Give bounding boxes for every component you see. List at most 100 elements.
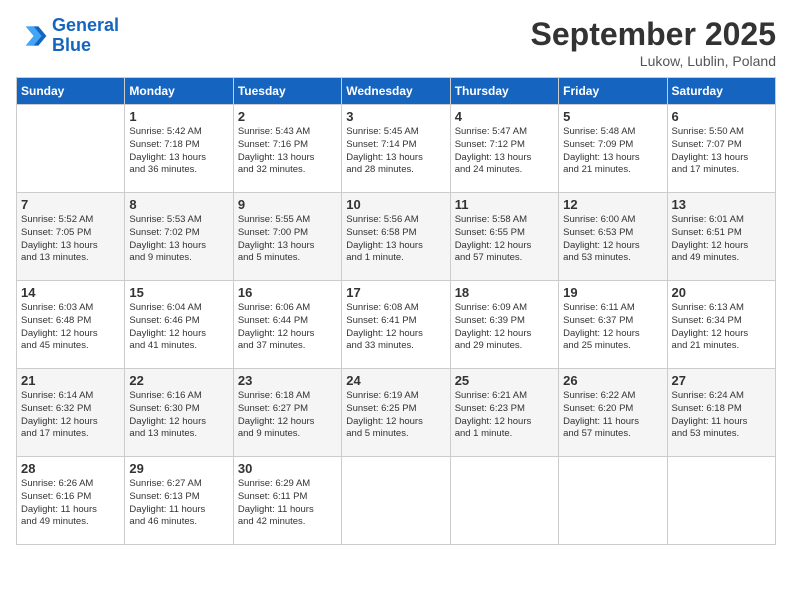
day-info: Sunrise: 6:01 AM Sunset: 6:51 PM Dayligh… <box>672 214 771 265</box>
day-number: 23 <box>238 373 337 388</box>
calendar-header-row: SundayMondayTuesdayWednesdayThursdayFrid… <box>17 78 776 105</box>
day-number: 25 <box>455 373 554 388</box>
day-info: Sunrise: 5:45 AM Sunset: 7:14 PM Dayligh… <box>346 126 445 177</box>
calendar-cell: 11Sunrise: 5:58 AM Sunset: 6:55 PM Dayli… <box>450 193 558 281</box>
calendar-cell: 26 Sunrise: 6:22 AM Sunset: 6:20 PM Dayli… <box>559 369 667 457</box>
day-info: Sunrise: 5:53 AM Sunset: 7:02 PM Dayligh… <box>129 214 228 265</box>
calendar-cell <box>667 457 775 545</box>
calendar-cell: 1Sunrise: 5:42 AM Sunset: 7:18 PM Daylig… <box>125 105 233 193</box>
day-number: 21 <box>21 373 120 388</box>
calendar-week-row: 7Sunrise: 5:52 AM Sunset: 7:05 PM Daylig… <box>17 193 776 281</box>
calendar-cell <box>17 105 125 193</box>
calendar-week-row: 1Sunrise: 5:42 AM Sunset: 7:18 PM Daylig… <box>17 105 776 193</box>
day-info: Sunrise: 6:26 AM Sunset: 6:16 PM Dayligh… <box>21 478 120 529</box>
day-header-friday: Friday <box>559 78 667 105</box>
day-header-thursday: Thursday <box>450 78 558 105</box>
day-header-monday: Monday <box>125 78 233 105</box>
day-number: 13 <box>672 197 771 212</box>
calendar-cell: 12 Sunrise: 6:00 AM Sunset: 6:53 PM Dayli… <box>559 193 667 281</box>
logo-icon <box>16 20 48 52</box>
calendar-week-row: 14 Sunrise: 6:03 AM Sunset: 6:48 PM Dayli… <box>17 281 776 369</box>
day-number: 14 <box>21 285 120 300</box>
day-number: 30 <box>238 461 337 476</box>
day-info: Sunrise: 6:00 AM Sunset: 6:53 PM Dayligh… <box>563 214 662 265</box>
day-number: 6 <box>672 109 771 124</box>
location: Lukow, Lublin, Poland <box>531 53 776 69</box>
day-info: Sunrise: 5:58 AM Sunset: 6:55 PM Dayligh… <box>455 214 554 265</box>
day-number: 4 <box>455 109 554 124</box>
day-info: Sunrise: 6:24 AM Sunset: 6:18 PM Dayligh… <box>672 390 771 441</box>
calendar-cell: 28Sunrise: 6:26 AM Sunset: 6:16 PM Dayli… <box>17 457 125 545</box>
day-number: 5 <box>563 109 662 124</box>
calendar-cell: 15 Sunrise: 6:04 AM Sunset: 6:46 PM Dayli… <box>125 281 233 369</box>
day-number: 22 <box>129 373 228 388</box>
page-header: General Blue September 2025 Lukow, Lubli… <box>16 16 776 69</box>
calendar-cell: 29 Sunrise: 6:27 AM Sunset: 6:13 PM Dayli… <box>125 457 233 545</box>
day-number: 10 <box>346 197 445 212</box>
day-number: 20 <box>672 285 771 300</box>
day-header-saturday: Saturday <box>667 78 775 105</box>
day-info: Sunrise: 5:48 AM Sunset: 7:09 PM Dayligh… <box>563 126 662 177</box>
day-number: 15 <box>129 285 228 300</box>
calendar-cell: 9Sunrise: 5:55 AM Sunset: 7:00 PM Daylig… <box>233 193 341 281</box>
day-number: 3 <box>346 109 445 124</box>
day-number: 29 <box>129 461 228 476</box>
calendar-week-row: 21 Sunrise: 6:14 AM Sunset: 6:32 PM Dayli… <box>17 369 776 457</box>
day-number: 18 <box>455 285 554 300</box>
day-info: Sunrise: 5:42 AM Sunset: 7:18 PM Dayligh… <box>129 126 228 177</box>
day-info: Sunrise: 6:27 AM Sunset: 6:13 PM Dayligh… <box>129 478 228 529</box>
logo-text: General Blue <box>52 16 119 56</box>
day-info: Sunrise: 6:19 AM Sunset: 6:25 PM Dayligh… <box>346 390 445 441</box>
month-title: September 2025 <box>531 16 776 53</box>
logo-line2: Blue <box>52 35 91 55</box>
calendar-cell: 19Sunrise: 6:11 AM Sunset: 6:37 PM Dayli… <box>559 281 667 369</box>
calendar-table: SundayMondayTuesdayWednesdayThursdayFrid… <box>16 77 776 545</box>
day-info: Sunrise: 6:14 AM Sunset: 6:32 PM Dayligh… <box>21 390 120 441</box>
day-header-wednesday: Wednesday <box>342 78 450 105</box>
calendar-cell: 17 Sunrise: 6:08 AM Sunset: 6:41 PM Dayli… <box>342 281 450 369</box>
day-info: Sunrise: 5:50 AM Sunset: 7:07 PM Dayligh… <box>672 126 771 177</box>
calendar-cell: 20Sunrise: 6:13 AM Sunset: 6:34 PM Dayli… <box>667 281 775 369</box>
day-info: Sunrise: 6:16 AM Sunset: 6:30 PM Dayligh… <box>129 390 228 441</box>
calendar-cell: 13 Sunrise: 6:01 AM Sunset: 6:51 PM Dayli… <box>667 193 775 281</box>
calendar-cell: 23 Sunrise: 6:18 AM Sunset: 6:27 PM Dayli… <box>233 369 341 457</box>
day-number: 27 <box>672 373 771 388</box>
day-number: 24 <box>346 373 445 388</box>
day-info: Sunrise: 5:47 AM Sunset: 7:12 PM Dayligh… <box>455 126 554 177</box>
calendar-cell: 5 Sunrise: 5:48 AM Sunset: 7:09 PM Daylig… <box>559 105 667 193</box>
day-number: 12 <box>563 197 662 212</box>
day-info: Sunrise: 6:08 AM Sunset: 6:41 PM Dayligh… <box>346 302 445 353</box>
day-info: Sunrise: 6:22 AM Sunset: 6:20 PM Dayligh… <box>563 390 662 441</box>
calendar-cell: 3 Sunrise: 5:45 AM Sunset: 7:14 PM Daylig… <box>342 105 450 193</box>
day-number: 9 <box>238 197 337 212</box>
calendar-cell: 8 Sunrise: 5:53 AM Sunset: 7:02 PM Daylig… <box>125 193 233 281</box>
calendar-cell <box>450 457 558 545</box>
day-number: 19 <box>563 285 662 300</box>
calendar-week-row: 28Sunrise: 6:26 AM Sunset: 6:16 PM Dayli… <box>17 457 776 545</box>
day-info: Sunrise: 6:29 AM Sunset: 6:11 PM Dayligh… <box>238 478 337 529</box>
logo-line1: General <box>52 15 119 35</box>
calendar-cell: 27 Sunrise: 6:24 AM Sunset: 6:18 PM Dayli… <box>667 369 775 457</box>
day-info: Sunrise: 5:56 AM Sunset: 6:58 PM Dayligh… <box>346 214 445 265</box>
day-info: Sunrise: 6:18 AM Sunset: 6:27 PM Dayligh… <box>238 390 337 441</box>
calendar-cell: 21 Sunrise: 6:14 AM Sunset: 6:32 PM Dayli… <box>17 369 125 457</box>
day-number: 8 <box>129 197 228 212</box>
day-number: 26 <box>563 373 662 388</box>
calendar-cell: 24 Sunrise: 6:19 AM Sunset: 6:25 PM Dayli… <box>342 369 450 457</box>
calendar-cell: 30 Sunrise: 6:29 AM Sunset: 6:11 PM Dayli… <box>233 457 341 545</box>
calendar-cell: 14 Sunrise: 6:03 AM Sunset: 6:48 PM Dayli… <box>17 281 125 369</box>
calendar-body: 1Sunrise: 5:42 AM Sunset: 7:18 PM Daylig… <box>17 105 776 545</box>
day-header-tuesday: Tuesday <box>233 78 341 105</box>
day-info: Sunrise: 6:06 AM Sunset: 6:44 PM Dayligh… <box>238 302 337 353</box>
day-number: 17 <box>346 285 445 300</box>
logo: General Blue <box>16 16 119 56</box>
day-info: Sunrise: 6:09 AM Sunset: 6:39 PM Dayligh… <box>455 302 554 353</box>
calendar-cell <box>342 457 450 545</box>
title-block: September 2025 Lukow, Lublin, Poland <box>531 16 776 69</box>
day-info: Sunrise: 6:03 AM Sunset: 6:48 PM Dayligh… <box>21 302 120 353</box>
day-info: Sunrise: 6:04 AM Sunset: 6:46 PM Dayligh… <box>129 302 228 353</box>
day-header-sunday: Sunday <box>17 78 125 105</box>
day-number: 2 <box>238 109 337 124</box>
calendar-cell: 25Sunrise: 6:21 AM Sunset: 6:23 PM Dayli… <box>450 369 558 457</box>
calendar-cell: 4 Sunrise: 5:47 AM Sunset: 7:12 PM Daylig… <box>450 105 558 193</box>
